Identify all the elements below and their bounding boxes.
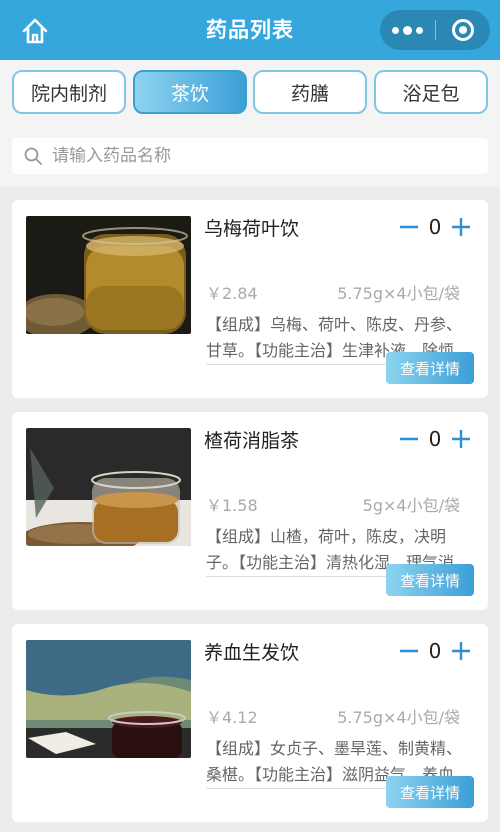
view-details-button[interactable]: 查看详情 (386, 352, 474, 384)
product-spec: 5g×4小包/袋 (362, 496, 460, 515)
product-name: 养血生发饮 (204, 642, 300, 664)
target-circle-icon (451, 19, 474, 41)
quantity-value: 0 (428, 639, 442, 663)
mini-program-capsule (380, 10, 490, 50)
plus-icon (452, 642, 470, 660)
quantity-stepper: 0 (396, 638, 474, 664)
search-icon (24, 147, 42, 165)
product-image (26, 216, 191, 334)
increase-button[interactable] (448, 426, 474, 452)
product-card: 养血生发饮 0 ￥4.12 5.75g×4小包/袋 【组成】女贞子、墨旱莲、制黄… (12, 624, 488, 822)
increase-button[interactable] (448, 214, 474, 240)
product-name: 楂荷消脂茶 (204, 430, 300, 452)
search-bar (0, 126, 500, 186)
tab-medicinal-food[interactable]: 药膳 (253, 70, 367, 114)
product-card: 楂荷消脂茶 0 ￥1.58 5g×4小包/袋 【组成】山楂，荷叶，陈皮，决明子。… (12, 412, 488, 610)
quantity-stepper: 0 (396, 426, 474, 452)
search-input[interactable] (52, 146, 452, 166)
product-price: ￥2.84 (206, 284, 258, 303)
more-dots-icon (391, 26, 399, 34)
view-details-button[interactable]: 查看详情 (386, 776, 474, 808)
product-name: 乌梅荷叶饮 (204, 218, 300, 240)
view-details-button[interactable]: 查看详情 (386, 564, 474, 596)
minus-icon (400, 649, 418, 653)
more-button[interactable] (380, 10, 435, 50)
product-spec: 5.75g×4小包/袋 (337, 284, 460, 303)
decrease-button[interactable] (396, 426, 422, 452)
quantity-stepper: 0 (396, 214, 474, 240)
more-dots-icon-end (415, 26, 423, 34)
tab-foot-bath[interactable]: 浴足包 (374, 70, 488, 114)
search-box[interactable] (12, 138, 488, 174)
plus-icon (452, 218, 470, 236)
more-dots-icon-center (402, 25, 412, 35)
plus-icon (452, 430, 470, 448)
product-image (26, 640, 191, 758)
nav-header: 药品列表 (0, 0, 500, 60)
close-button[interactable] (436, 10, 491, 50)
increase-button[interactable] (448, 638, 474, 664)
product-card: 乌梅荷叶饮 0 ￥2.84 5.75g×4小包/袋 【组成】乌梅、荷叶、陈皮、丹… (12, 200, 488, 398)
tab-hospital-preparations[interactable]: 院内制剂 (12, 70, 126, 114)
product-price: ￥1.58 (206, 496, 258, 515)
decrease-button[interactable] (396, 214, 422, 240)
minus-icon (400, 225, 418, 229)
minus-icon (400, 437, 418, 441)
product-image (26, 428, 191, 546)
category-tabs: 院内制剂 茶饮 药膳 浴足包 (0, 60, 500, 126)
quantity-value: 0 (428, 215, 442, 239)
quantity-value: 0 (428, 427, 442, 451)
decrease-button[interactable] (396, 638, 422, 664)
product-price: ￥4.12 (206, 708, 258, 727)
tab-tea-drinks[interactable]: 茶饮 (133, 70, 247, 114)
product-spec: 5.75g×4小包/袋 (337, 708, 460, 727)
